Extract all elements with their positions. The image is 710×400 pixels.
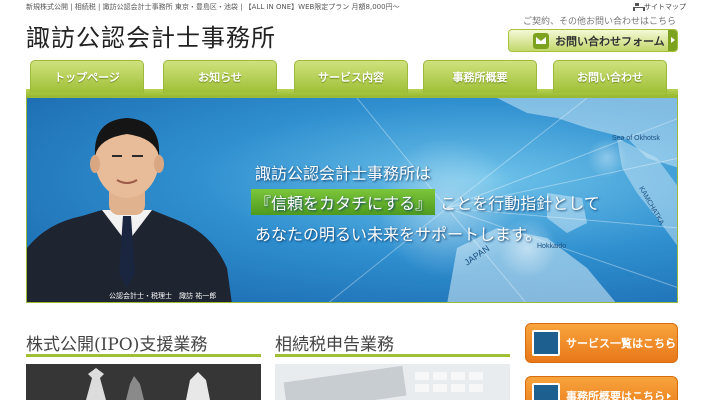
- section-title-ipo[interactable]: 株式公開(IPO)支援業務: [26, 330, 207, 355]
- section-title-inheritance[interactable]: 相続税申告業務: [275, 330, 394, 355]
- contact-form-button-label: お問い合わせフォーム: [555, 34, 665, 48]
- photo-caption: 公認会計士・税理士 諏訪 祐一郎: [109, 292, 217, 300]
- nav-tab-services[interactable]: サービス内容: [294, 60, 408, 93]
- nav-tab-office[interactable]: 事務所概要: [423, 60, 537, 93]
- sitemap-link[interactable]: サイトマップ: [633, 2, 686, 12]
- chevron-right-icon: [668, 30, 677, 51]
- services-icon: [532, 330, 560, 356]
- contact-note: ご契約、その他お問い合わせはこちら: [522, 17, 676, 27]
- calculator-image: [275, 364, 510, 400]
- office-profile-button[interactable]: 事務所概要はこちら: [525, 376, 678, 400]
- hero-line-3: あなたの明るい未来をサポートします。: [255, 225, 542, 244]
- nav-tab-top[interactable]: トップページ: [30, 60, 144, 93]
- main-nav: トップページ お知らせ サービス内容 事務所概要 お問い合わせ: [26, 60, 678, 97]
- services-list-button[interactable]: サービス一覧はこちら: [525, 323, 678, 363]
- services-list-button-label: サービス一覧はこちら: [566, 337, 676, 350]
- contact-form-button[interactable]: お問い合わせフォーム: [508, 29, 678, 52]
- chevron-right-icon: [667, 393, 671, 399]
- section-rule-inheritance: [275, 354, 510, 357]
- mail-icon: [533, 32, 549, 49]
- office-building-icon: [532, 383, 560, 400]
- hero-highlight: 『信頼をカタチにする』: [251, 189, 436, 215]
- chevron-right-icon: [667, 340, 671, 346]
- chess-image: [26, 364, 261, 400]
- hero-line-1: 諏訪公認会計士事務所は: [255, 164, 432, 183]
- office-profile-button-label: 事務所概要はこちら: [566, 390, 665, 400]
- nav-tab-contact[interactable]: お問い合わせ: [553, 60, 667, 93]
- hero-line-2: 『信頼をカタチにする』 ことを行動指針として: [251, 189, 600, 215]
- map-label-okhotsk: Sea of Okhotsk: [612, 135, 660, 142]
- hero-banner: Sea of Okhotsk Hokkaido JAPAN KAMCHATKA …: [26, 97, 678, 303]
- top-utility-bar: 新規株式公開 | 相続税 | 諏訪公認会計士事務所 東京・豊島区・池袋 | 【A…: [26, 2, 686, 14]
- nav-tab-news[interactable]: お知らせ: [163, 60, 277, 93]
- header-tagline: 新規株式公開 | 相続税 | 諏訪公認会計士事務所 東京・豊島区・池袋 | 【A…: [26, 3, 400, 11]
- hero-line-2-rest: ことを行動指針として: [440, 194, 600, 213]
- site-logo[interactable]: 諏訪公認会計士事務所: [26, 18, 276, 53]
- section-rule-ipo: [26, 354, 261, 357]
- inheritance-section-image[interactable]: [275, 364, 510, 400]
- accountant-photo: [27, 118, 232, 302]
- sitemap-icon: [633, 3, 645, 11]
- sitemap-label: サイトマップ: [644, 3, 686, 11]
- ipo-section-image[interactable]: [26, 364, 261, 400]
